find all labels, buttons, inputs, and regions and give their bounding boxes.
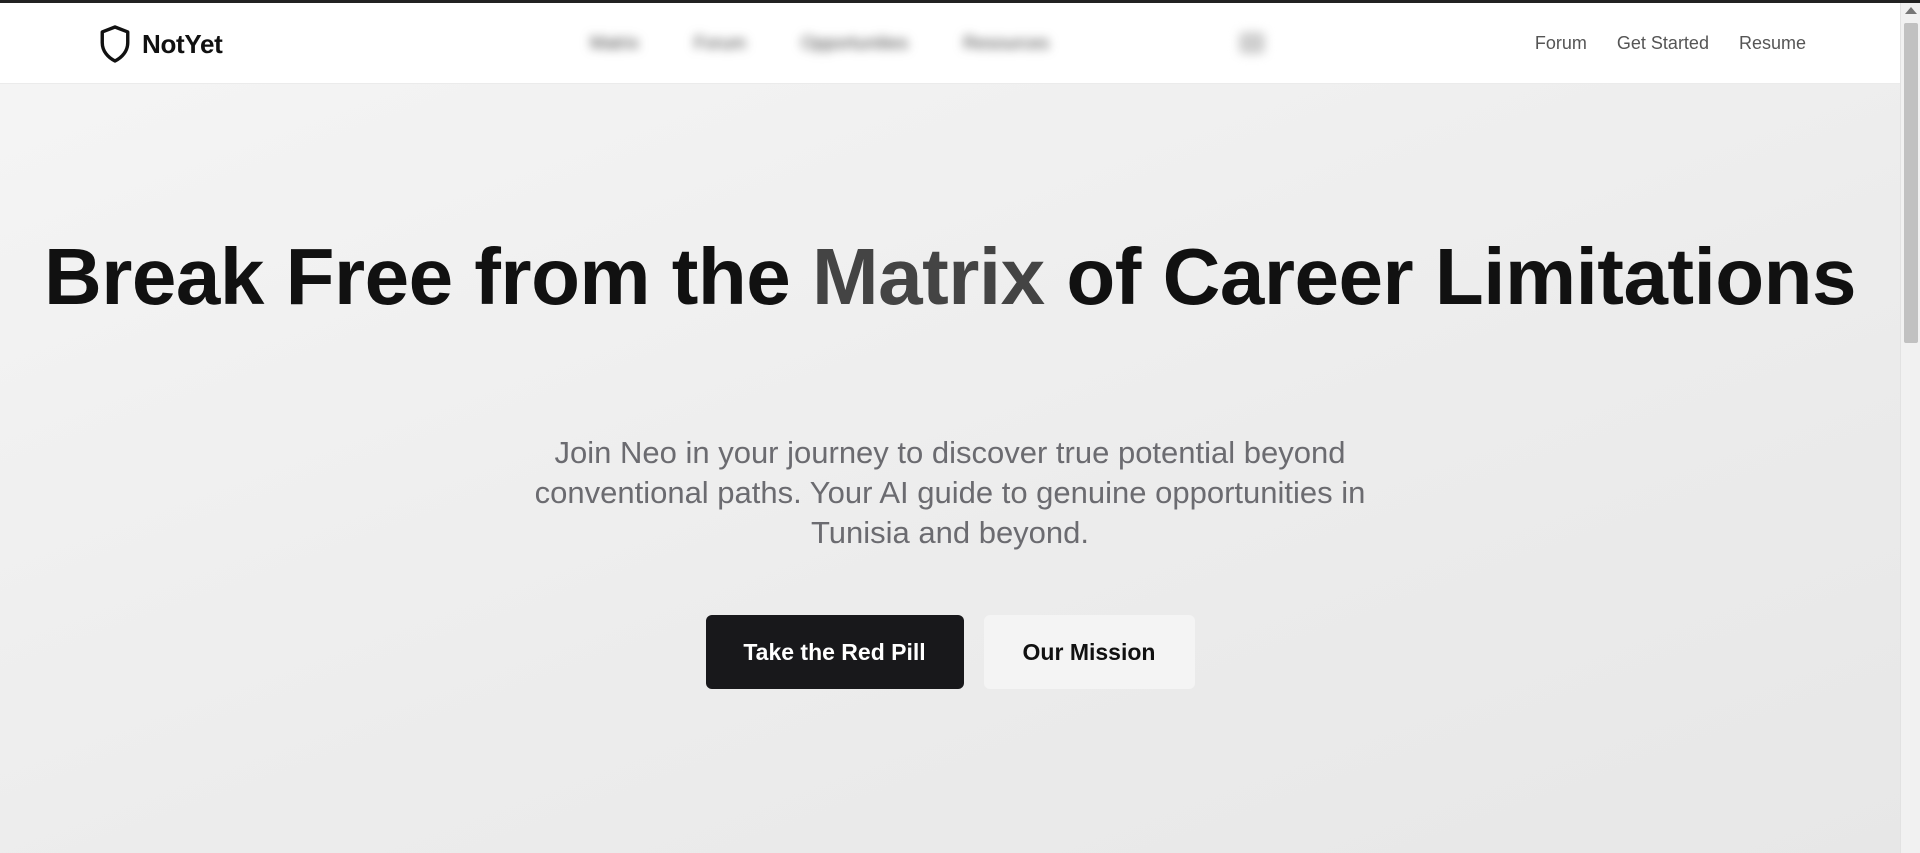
arrow-up-icon[interactable] [1905,7,1917,14]
hero-subtitle: Join Neo in your journey to discover tru… [534,435,1366,550]
take-red-pill-button[interactable]: Take the Red Pill [705,615,964,689]
nav-link-get-started[interactable]: Get Started [1617,33,1709,54]
hero-title-accent: Matrix [812,232,1045,321]
hero-title-part-2: of Career Limitations [1044,232,1857,321]
page-scrollbar[interactable] [1900,3,1920,853]
site-header: NotYet Matrix Forum Opportunities Resour… [0,3,1900,84]
nav-item-blurred-4[interactable]: Resources [963,33,1049,54]
blurred-center-nav: Matrix Forum Opportunities Resources [590,3,1266,83]
nav-link-forum[interactable]: Forum [1535,33,1587,54]
brand-name: NotYet [142,28,223,59]
page-viewport: NotYet Matrix Forum Opportunities Resour… [0,3,1900,853]
brand-logo-link[interactable]: NotYet [98,24,223,64]
blurred-nav-icon[interactable] [1239,32,1266,54]
nav-link-resume[interactable]: Resume [1739,33,1806,54]
hero-title-part-1: Break Free from the [43,232,813,321]
hero-title: Break Free from the Matrix of Career Lim… [0,237,1900,317]
nav-item-blurred-2[interactable]: Forum [694,33,746,54]
right-nav: Forum Get Started Resume [1535,3,1806,83]
our-mission-button[interactable]: Our Mission [983,615,1195,689]
scrollbar-thumb[interactable] [1904,23,1918,343]
shield-icon [100,25,130,63]
nav-item-blurred-1[interactable]: Matrix [590,33,639,54]
hero-actions: Take the Red Pill Our Mission [0,615,1900,689]
nav-item-blurred-3[interactable]: Opportunities [801,33,908,54]
